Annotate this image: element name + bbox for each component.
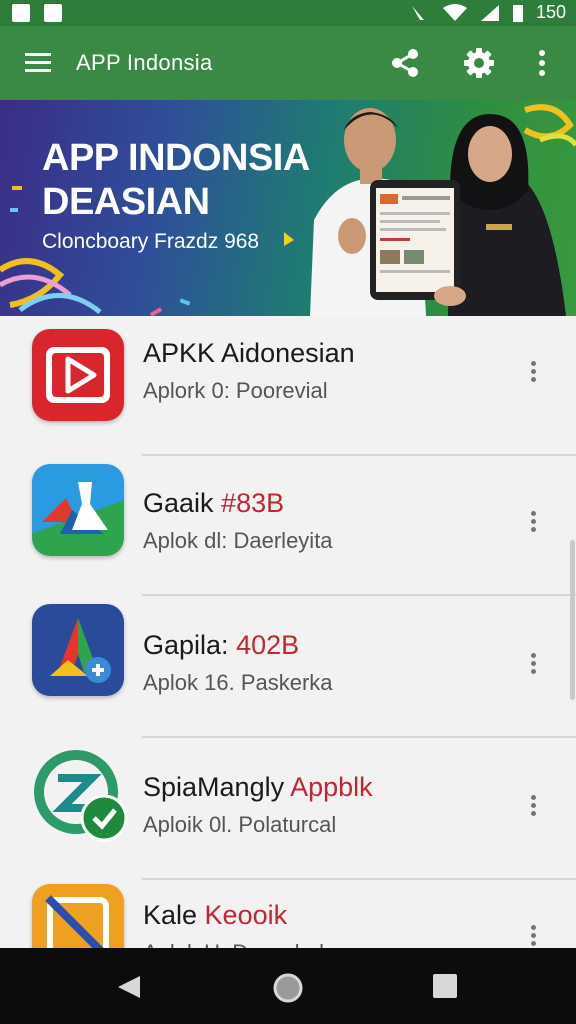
app-title: APP Indonsia: [76, 50, 213, 75]
recents-icon[interactable]: [431, 972, 459, 1000]
banner-headline: APP INDONSIA DEASIAN: [42, 136, 342, 224]
check-badge-icon: [32, 748, 128, 842]
list-item[interactable]: APKK Aidonesian Aplork 0: Poorevial: [0, 316, 576, 456]
app-meta: Aplok dl: Daerleyita: [143, 528, 333, 553]
more-vert-icon[interactable]: [522, 508, 544, 538]
cell-signal-icon: [480, 4, 499, 21]
list-item[interactable]: Gapila: 402B Aplok 16. Paskerka: [0, 598, 576, 738]
divider: [142, 878, 576, 880]
triangle-plus-icon: [32, 604, 124, 696]
app-name: SpiaMangly Appblk: [143, 772, 373, 803]
share-icon[interactable]: [388, 46, 422, 80]
app-name: Kale Keooik: [143, 900, 287, 931]
app-list: APKK Aidonesian Aplork 0: Poorevial Gaai…: [0, 316, 576, 948]
app-name-text: Kale: [143, 900, 205, 930]
scrollbar[interactable]: [570, 540, 575, 700]
app-name: Gapila: 402B: [143, 630, 299, 661]
more-vert-icon[interactable]: [530, 48, 554, 78]
flask-icon: [32, 464, 124, 556]
signal-icon: [411, 5, 424, 20]
video-play-icon: [32, 329, 124, 421]
slash-square-icon: [32, 884, 124, 948]
more-vert-icon[interactable]: [522, 358, 544, 388]
system-nav-bar: [0, 948, 576, 1024]
back-icon[interactable]: [114, 974, 144, 1000]
home-icon[interactable]: [272, 972, 304, 1004]
app-name-accent: Keooik: [204, 900, 288, 930]
gear-icon[interactable]: [462, 46, 496, 80]
app-name-text: Gapila:: [143, 630, 237, 660]
app-name: Gaaik #83B: [143, 488, 284, 519]
status-bar: 150: [0, 0, 576, 26]
app-name-accent: 402B: [236, 630, 300, 660]
phone-screen: 150 APP Indonsia APP INDONSIA DEASIAN Cl…: [0, 0, 576, 1024]
app-name-text: Gaaik: [143, 488, 222, 518]
banner-subtitle: Cloncboary Frazdz 968: [42, 230, 260, 253]
divider: [142, 736, 576, 738]
list-item[interactable]: Kale Keooik Aplok U. Dreswhol: [0, 882, 576, 948]
app-meta: Aplork 0: Poorevial: [143, 378, 328, 403]
more-vert-icon[interactable]: [522, 922, 544, 948]
app-meta: Aplok 16. Paskerka: [143, 670, 333, 695]
battery-icon: [512, 4, 523, 22]
menu-icon[interactable]: [24, 50, 52, 76]
image-notification-icon: [44, 4, 62, 22]
status-time: 150: [535, 2, 566, 22]
app-name: APKK Aidonesian: [143, 338, 355, 369]
more-vert-icon[interactable]: [522, 792, 544, 822]
list-item[interactable]: Gaaik #83B Aplok dl: Daerleyita: [0, 456, 576, 596]
notification-icon: [12, 4, 30, 22]
app-name-text: SpiaMangly: [143, 772, 291, 802]
list-item[interactable]: SpiaMangly Appblk Aploik 0l. Polaturcal: [0, 740, 576, 880]
divider: [142, 594, 576, 596]
more-vert-icon[interactable]: [522, 650, 544, 680]
app-meta: Aploik 0l. Polaturcal: [143, 812, 337, 837]
app-meta: Aplok U. Dreswhol: [143, 940, 324, 948]
promo-banner[interactable]: APP INDONSIA DEASIAN Cloncboary Frazdz 9…: [0, 100, 576, 316]
wifi-icon: [442, 3, 467, 21]
banner-headline-line1: APP INDONSIA: [42, 137, 310, 179]
banner-headline-line2: DEASIAN: [42, 181, 210, 223]
app-name-text: APKK Aidonesian: [143, 338, 355, 368]
app-name-accent: Appblk: [290, 772, 373, 802]
app-toolbar: APP Indonsia: [0, 26, 576, 100]
app-name-accent: #83B: [221, 488, 285, 518]
